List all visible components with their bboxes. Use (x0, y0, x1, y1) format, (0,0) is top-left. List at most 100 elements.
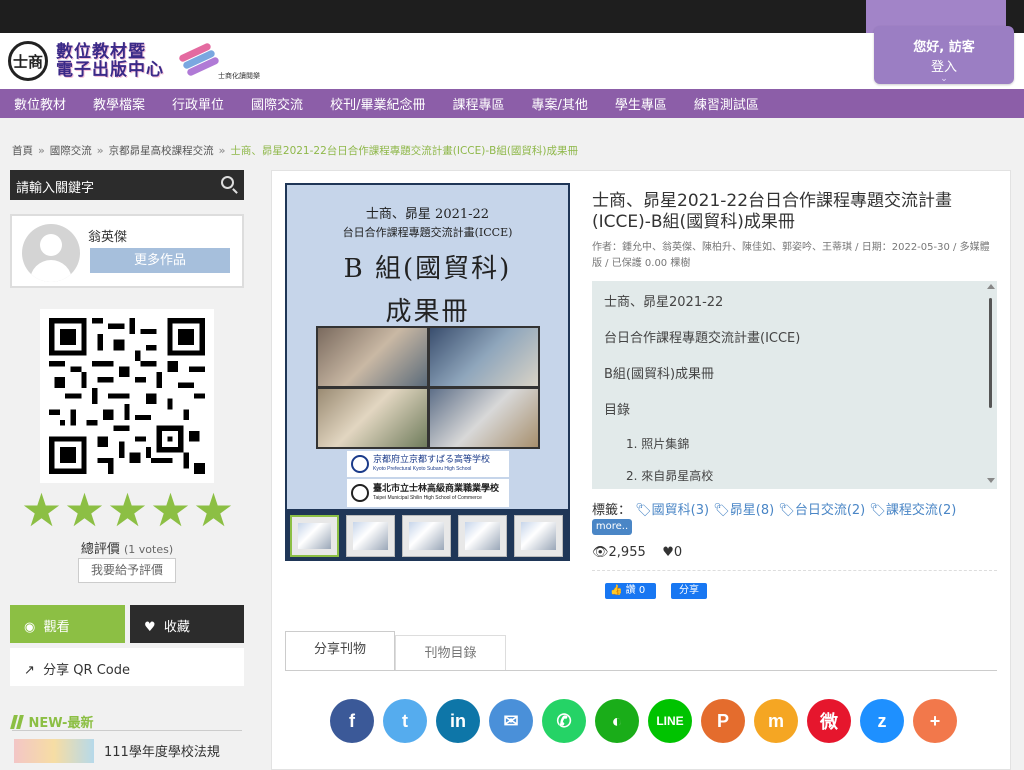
photo (318, 389, 427, 447)
favorite-button[interactable]: ♥ 收藏 (130, 605, 244, 643)
cover-page[interactable]: 士商、昴星 2021-22 台日合作課程專題交流計畫(ICCE) B 組(國貿科… (287, 185, 568, 509)
page-thumbnail[interactable] (402, 515, 451, 557)
photo (318, 328, 427, 386)
more-works-button[interactable]: 更多作品 (90, 248, 230, 273)
qzone-icon[interactable]: z (860, 699, 904, 743)
toc-scrollbar[interactable] (987, 284, 995, 484)
whatsapp-icon[interactable]: ✆ (542, 699, 586, 743)
nav-item[interactable]: 課程專區 (452, 94, 504, 113)
new-item-thumbnail[interactable] (14, 739, 94, 763)
rating-label: 總評價 (80, 542, 120, 557)
wechat-icon[interactable]: ◐ (595, 699, 639, 743)
page-thumbnail[interactable] (458, 515, 507, 557)
star-icon[interactable]: ★ (149, 487, 192, 533)
chevron-down-icon[interactable]: ⌄ (874, 75, 1014, 84)
star-icon[interactable]: ★ (106, 487, 149, 533)
email-icon[interactable]: ✉ (489, 699, 533, 743)
photo (429, 389, 538, 447)
rate-button[interactable]: 我要給予評價 (78, 558, 176, 583)
tab-share[interactable]: 分享刊物 (285, 631, 395, 670)
divider (592, 570, 997, 571)
breadcrumb: 首頁 » 國際交流 » 京都昴星高校課程交流 » 士商、昴星2021-22台日合作課程專題交… (12, 143, 578, 158)
school-logo-kyoto: 京都府立京都すばる高等学校 Kyoto Prefectural Kyoto Sub… (347, 451, 509, 477)
page-thumbnail[interactable] (346, 515, 395, 557)
tag-link[interactable]: 台日交流(2) (795, 503, 865, 518)
tag-icon: 🏷 (713, 503, 730, 518)
rating-stars[interactable]: ★ ★ ★ ★ ★ (20, 487, 235, 533)
feather-logo-icon (170, 41, 220, 81)
star-icon[interactable]: ★ (63, 487, 106, 533)
star-icon[interactable]: ★ (192, 487, 235, 533)
search-input[interactable]: 請輸入關鍵字 (10, 170, 244, 200)
breadcrumb-link[interactable]: 國際交流 (50, 145, 92, 157)
facebook-share-button[interactable]: 分享 (671, 583, 707, 599)
nav-item[interactable]: 數位教材 (14, 94, 66, 113)
heart-icon: ♥ (662, 545, 674, 560)
main-nav: 數位教材 教學檔案 行政單位 國際交流 校刊/畢業紀念冊 課程專區 專案/其他 … (0, 89, 1024, 118)
login-link[interactable]: 登入 (874, 56, 1014, 75)
breadcrumb-separator-icon: » (96, 145, 104, 157)
publication-title: 士商、昴星2021-22台日合作課程專題交流計畫(ICCE)-B組(國貿科)成果… (592, 191, 953, 232)
login-panel[interactable]: 您好, 訪客 登入 ⌄ (874, 26, 1014, 84)
view-button[interactable]: ◉ 觀看 (10, 605, 125, 643)
cover-line: 台日合作課程專題交流計畫(ICCE) (342, 226, 513, 239)
logo-text: 數位教材暨 電子出版中心 (56, 42, 164, 80)
tag-link[interactable]: 昴星(8) (730, 503, 774, 518)
school-seal-icon: 士商 (8, 41, 48, 81)
toc-line: 士商、昴星2021-22 (604, 295, 724, 310)
more-share-icon[interactable]: + (913, 699, 957, 743)
linkedin-icon[interactable]: in (436, 699, 480, 743)
scroll-up-icon[interactable] (987, 284, 995, 289)
more-tags-button[interactable]: more.. (592, 519, 632, 535)
nav-item[interactable]: 專案/其他 (531, 94, 587, 113)
scroll-thumb[interactable] (989, 298, 992, 408)
share-qr-button[interactable]: ↗ 分享 QR Code (10, 648, 244, 686)
weibo-icon[interactable]: 微 (807, 699, 851, 743)
star-icon[interactable]: ★ (20, 487, 63, 533)
search-icon[interactable] (221, 176, 234, 189)
tag-icon: 🏷 (869, 503, 886, 518)
qr-code-image (49, 318, 205, 474)
school-badge-icon (351, 484, 369, 502)
new-item-title[interactable]: 111學年度學校法規 (104, 741, 220, 760)
breadcrumb-separator-icon: » (218, 145, 226, 157)
author-name[interactable]: 翁英傑 (88, 226, 127, 245)
facebook-like-button[interactable]: 👍 讚 0 (605, 583, 656, 599)
cover-line: 士商、昴星 2021-22 (365, 207, 490, 222)
nav-item[interactable]: 教學檔案 (93, 94, 145, 113)
nav-item[interactable]: 國際交流 (251, 94, 303, 113)
rating-summary: 總評價 (1 votes) (0, 538, 254, 557)
toc-line: 目錄 (604, 403, 631, 418)
school-badge-icon (351, 455, 369, 473)
line-icon[interactable]: LINE (648, 699, 692, 743)
twitter-icon[interactable]: t (383, 699, 427, 743)
plurk-icon[interactable]: P (701, 699, 745, 743)
tab-toc[interactable]: 刊物目錄 (395, 635, 506, 670)
tag-link[interactable]: 國貿科(3) (652, 503, 709, 518)
nav-item[interactable]: 行政單位 (172, 94, 224, 113)
nav-item[interactable]: 校刊/畢業紀念冊 (330, 94, 425, 113)
school-logo-shilin: 臺北市立士林高級商業職業學校 Taipei Municipal Shilin Hi… (347, 479, 509, 507)
page-thumbnail[interactable] (290, 515, 339, 557)
eye-icon: 👁 (592, 545, 609, 560)
site-logo[interactable]: 士商 數位教材暨 電子出版中心 (8, 38, 220, 84)
toc-line: 1. 照片集錦 (626, 437, 690, 451)
nav-item[interactable]: 練習測試區 (694, 94, 759, 113)
breadcrumb-link[interactable]: 首頁 (12, 145, 33, 157)
toc-preview: 士商、昴星2021-22 台日合作課程專題交流計畫(ICCE) B組(國貿科)成… (592, 281, 997, 489)
facebook-icon[interactable]: f (330, 699, 374, 743)
page-thumbnail[interactable] (514, 515, 563, 557)
mewe-icon[interactable]: m (754, 699, 798, 743)
tags-label: 標籤： (592, 503, 632, 518)
like-count: 0 (673, 545, 683, 560)
nav-item[interactable]: 學生專區 (615, 94, 667, 113)
breadcrumb-link[interactable]: 京都昴星高校課程交流 (109, 145, 214, 157)
heart-icon: ♥ (144, 620, 156, 635)
scroll-down-icon[interactable] (987, 478, 995, 483)
divider (12, 730, 242, 731)
publication-cover[interactable]: 士商、昴星 2021-22 台日合作課程專題交流計畫(ICCE) B 組(國貿科… (285, 183, 570, 561)
tag-link[interactable]: 課程交流(2) (886, 503, 956, 518)
publication-meta: 作者：鍾允中、翁英傑、陳柏升、陳佳如、郭姿吟、王蒂琪 / 日期：2022-05-… (592, 242, 990, 269)
breadcrumb-separator-icon: » (38, 145, 45, 157)
toc-line: B組(國貿科)成果冊 (604, 367, 715, 382)
